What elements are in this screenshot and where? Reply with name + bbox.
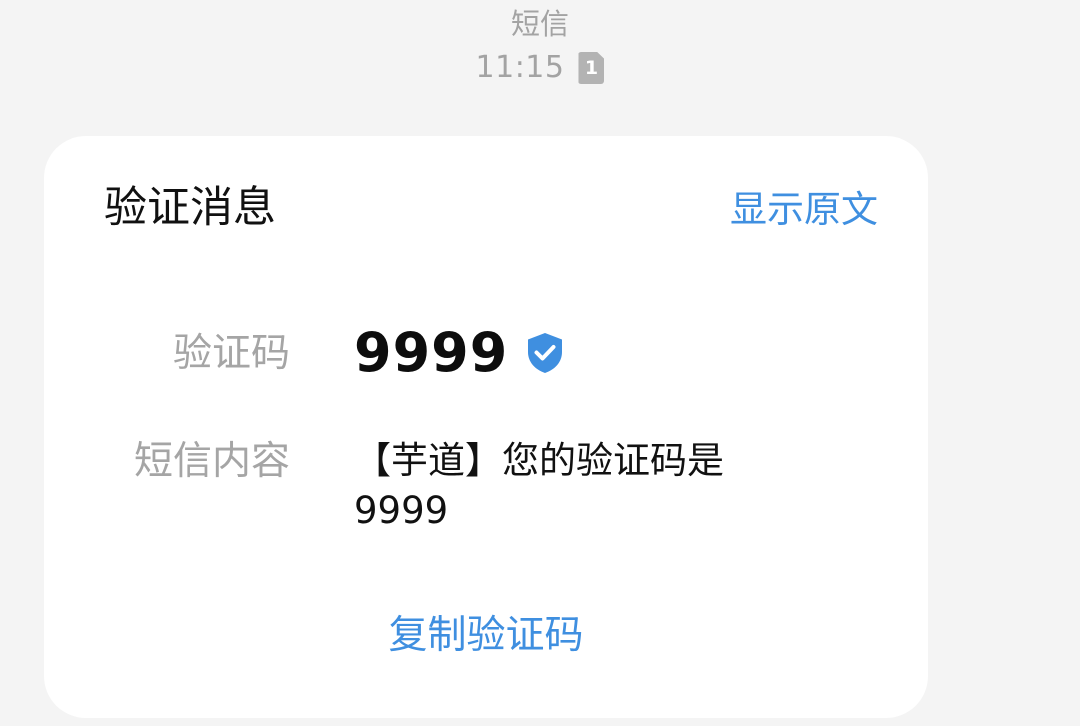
- message-content-line: 【芋道】您的验证码是: [354, 439, 724, 482]
- message-content-line: 9999: [354, 489, 449, 532]
- content-label: 短信内容: [133, 439, 290, 484]
- code-label: 验证码: [172, 331, 290, 376]
- copy-code-button[interactable]: 复制验证码: [44, 610, 928, 662]
- shield-check-icon: [528, 333, 563, 373]
- code-value-row: 9999: [354, 320, 568, 386]
- card-title: 验证消息: [104, 183, 276, 233]
- show-original-button[interactable]: 显示原文: [730, 186, 878, 234]
- code-value: 9999: [354, 321, 509, 384]
- message-content: 【芋道】您的验证码是 9999: [354, 436, 824, 536]
- verification-card: 验证消息 显示原文 验证码 9999 短信内容 【芋道】您的验证码是 9999 …: [44, 136, 928, 718]
- timestamp-row: 11:15 1: [0, 48, 1080, 88]
- message-time: 11:15: [475, 50, 565, 85]
- sender-name: 短信: [510, 7, 569, 41]
- sim-card-icon: 1: [578, 52, 605, 84]
